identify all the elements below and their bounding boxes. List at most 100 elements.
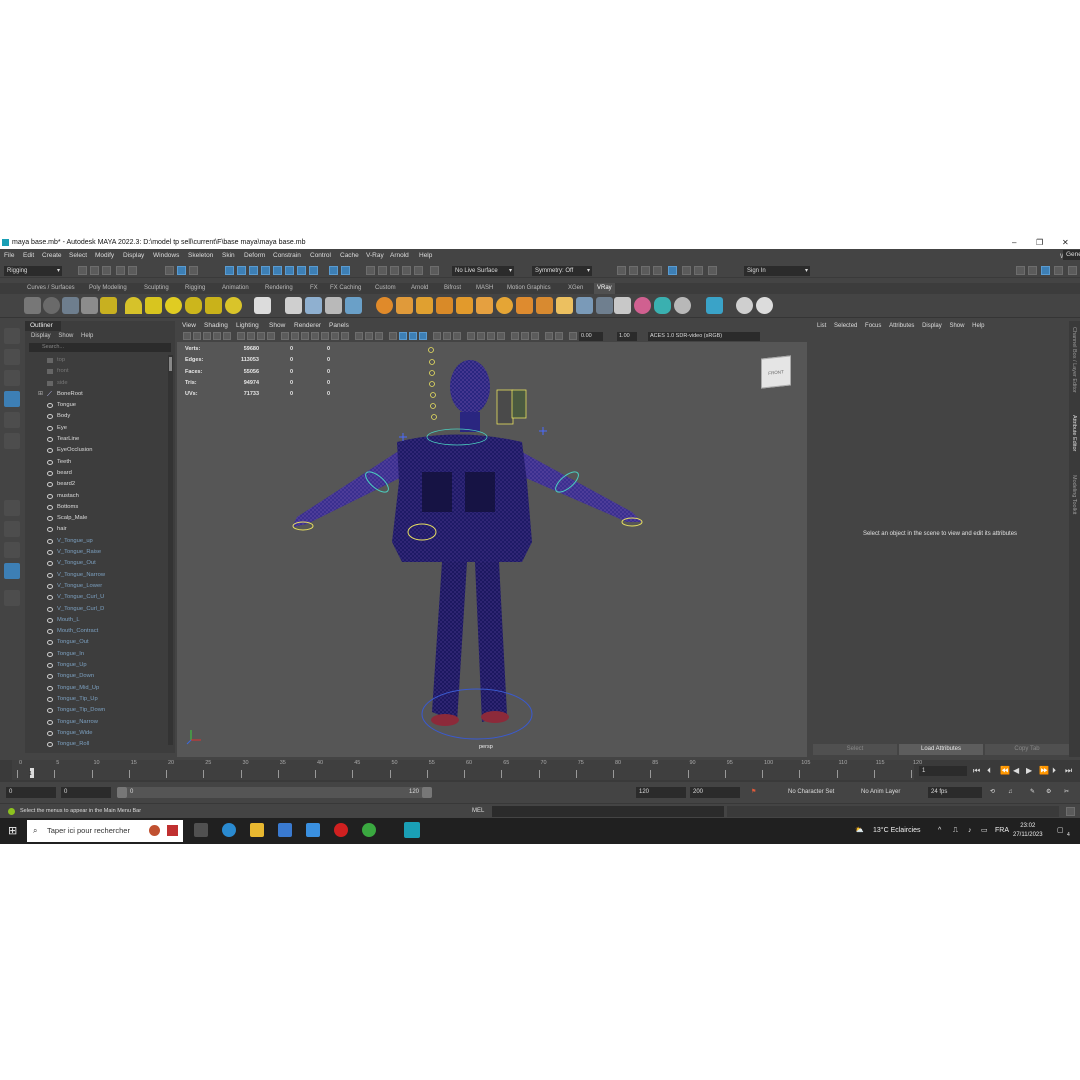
new-scene-icon[interactable] (78, 266, 87, 275)
taskbar-search-input[interactable]: ⌕ Taper ici pour rechercher (27, 820, 183, 842)
vray-fur-icon[interactable] (305, 297, 322, 314)
tool-settings-toggle-icon[interactable] (1054, 266, 1063, 275)
tab-attribute-editor[interactable]: Attribute Editor (1071, 415, 1077, 451)
shelf-tab-rendering[interactable]: Rendering (262, 283, 296, 294)
render-current-frame-icon[interactable] (617, 266, 626, 275)
select-tool-icon[interactable] (4, 328, 20, 344)
persp-outliner-layout-icon[interactable] (4, 542, 20, 558)
outliner-item[interactable]: V_Tongue_Curl_U (25, 592, 167, 603)
viewport-tool-icon[interactable] (497, 332, 505, 340)
snap-grid-icon[interactable] (366, 266, 375, 275)
attr-menu-focus[interactable]: Focus (865, 323, 881, 329)
viewport-tool-icon[interactable] (487, 332, 495, 340)
menu-arnold[interactable]: Arnold (390, 249, 409, 262)
command-input[interactable] (492, 806, 724, 817)
vray-vrscene-icon[interactable] (614, 297, 631, 314)
viewport-tool-icon[interactable] (521, 332, 529, 340)
viewport-tool-icon[interactable] (257, 332, 265, 340)
outliner-scrollbar[interactable] (168, 355, 173, 745)
zoom-icon[interactable] (4, 590, 20, 606)
attr-menu-attributes[interactable]: Attributes (889, 323, 914, 329)
attr-menu-display[interactable]: Display (922, 323, 942, 329)
viewport-tool-icon[interactable] (453, 332, 461, 340)
attr-menu-show[interactable]: Show (949, 323, 964, 329)
vray-toon-icon[interactable] (496, 297, 513, 314)
attribute-editor-toggle-icon[interactable] (1041, 266, 1050, 275)
menu-constrain[interactable]: Constrain (273, 249, 301, 262)
mask-rendering-icon[interactable] (297, 266, 306, 275)
menu-control[interactable]: Control (310, 249, 331, 262)
ipr-render-icon[interactable] (629, 266, 638, 275)
outliner-item[interactable]: Eye (25, 423, 167, 434)
attr-menu-list[interactable]: List (817, 323, 826, 329)
channel-box-toggle-icon[interactable] (1068, 266, 1077, 275)
viewport-tool-icon[interactable] (467, 332, 475, 340)
outliner-item[interactable]: EyeOcclusion (25, 445, 167, 456)
tab-modeling-toolkit[interactable]: Modeling Toolkit (1071, 475, 1077, 514)
vray-scatter-icon[interactable] (476, 297, 493, 314)
viewport-menu-lighting[interactable]: Lighting (236, 321, 259, 331)
paint-select-tool-icon[interactable] (4, 370, 20, 386)
vray-hair-mtl-icon[interactable] (416, 297, 433, 314)
hypershade-icon[interactable] (653, 266, 662, 275)
mask-curves-icon[interactable] (249, 266, 258, 275)
menu-display[interactable]: Display (123, 249, 144, 262)
face-control-board[interactable] (496, 389, 514, 425)
vray-lister-shelf-icon[interactable] (100, 297, 117, 314)
load-attributes-button[interactable]: Load Attributes (899, 744, 983, 755)
highlight-selection-icon[interactable] (341, 266, 350, 275)
viewport-tool-icon[interactable] (247, 332, 255, 340)
open-scene-icon[interactable] (90, 266, 99, 275)
step-forward-frame-icon[interactable]: ⏵ (1052, 766, 1056, 776)
outliner-item[interactable]: V_Tongue_Narrow (25, 570, 167, 581)
outliner-item[interactable]: Body (25, 411, 167, 422)
snap-live-icon[interactable] (414, 266, 423, 275)
exposure-field[interactable]: 0.00 (579, 332, 603, 341)
four-view-layout-icon[interactable] (4, 521, 20, 537)
history-icon[interactable] (430, 266, 439, 275)
viewport-tool-icon[interactable] (341, 332, 349, 340)
shelf-tab-custom[interactable]: Custom (372, 283, 399, 294)
viewport-tool-icon[interactable] (223, 332, 231, 340)
viewport-menu-view[interactable]: View (182, 321, 196, 331)
clock-app-icon[interactable] (149, 825, 160, 836)
outliner-item[interactable]: V_Tongue_Out (25, 558, 167, 569)
viewport-tool-icon[interactable] (311, 332, 319, 340)
viewport-menu-panels[interactable]: Panels (329, 321, 349, 331)
outliner-layout-icon[interactable] (4, 563, 20, 579)
vray-texture-icon[interactable] (536, 297, 553, 314)
vray-ies-light-icon[interactable] (205, 297, 222, 314)
menu-help[interactable]: Help (419, 249, 432, 262)
spine-locator[interactable] (428, 347, 434, 353)
fps-dropdown[interactable]: 24 fps (928, 787, 982, 798)
vray-dome-icon[interactable] (576, 297, 593, 314)
vray-scene-converter-icon[interactable] (706, 297, 723, 314)
mask-handles-icon[interactable] (225, 266, 234, 275)
restore-button[interactable]: ❐ (1036, 236, 1043, 249)
outliner-title[interactable]: Outliner (25, 321, 61, 331)
outliner-item[interactable]: Teeth (25, 457, 167, 468)
outliner-menu-display[interactable]: Display (31, 333, 51, 339)
outliner-item[interactable]: beard (25, 468, 167, 479)
anim-prefs-icon[interactable]: ⚙ (1046, 787, 1051, 798)
menuset-dropdown[interactable]: Rigging (4, 266, 62, 276)
viewport-tool-icon[interactable] (477, 332, 485, 340)
color-space-dropdown[interactable]: ACES 1.0 SDR-video (sRGB) (648, 332, 760, 341)
menu-select[interactable]: Select (69, 249, 87, 262)
vray-plane-icon[interactable] (254, 297, 271, 314)
task-view-icon[interactable] (194, 823, 208, 837)
vray-rect-light-icon[interactable] (145, 297, 162, 314)
viewport-tool-icon[interactable] (213, 332, 221, 340)
viewport-tool-icon[interactable] (267, 332, 275, 340)
outliner-menu-show[interactable]: Show (58, 333, 73, 339)
vray-light-mtl-icon[interactable] (436, 297, 453, 314)
loop-icon[interactable]: ⟲ (990, 787, 995, 798)
sign-in-dropdown[interactable]: Sign In (744, 266, 810, 276)
menu-deform[interactable]: Deform (244, 249, 265, 262)
select-objects-icon[interactable] (177, 266, 186, 275)
render-view-icon[interactable] (668, 266, 677, 275)
outliner-item[interactable]: V_Tongue_Curl_D (25, 604, 167, 615)
edge-icon[interactable] (222, 823, 236, 837)
vray-camera-icon[interactable] (596, 297, 613, 314)
weather-text[interactable]: 13°C Eclaircies (873, 818, 921, 844)
